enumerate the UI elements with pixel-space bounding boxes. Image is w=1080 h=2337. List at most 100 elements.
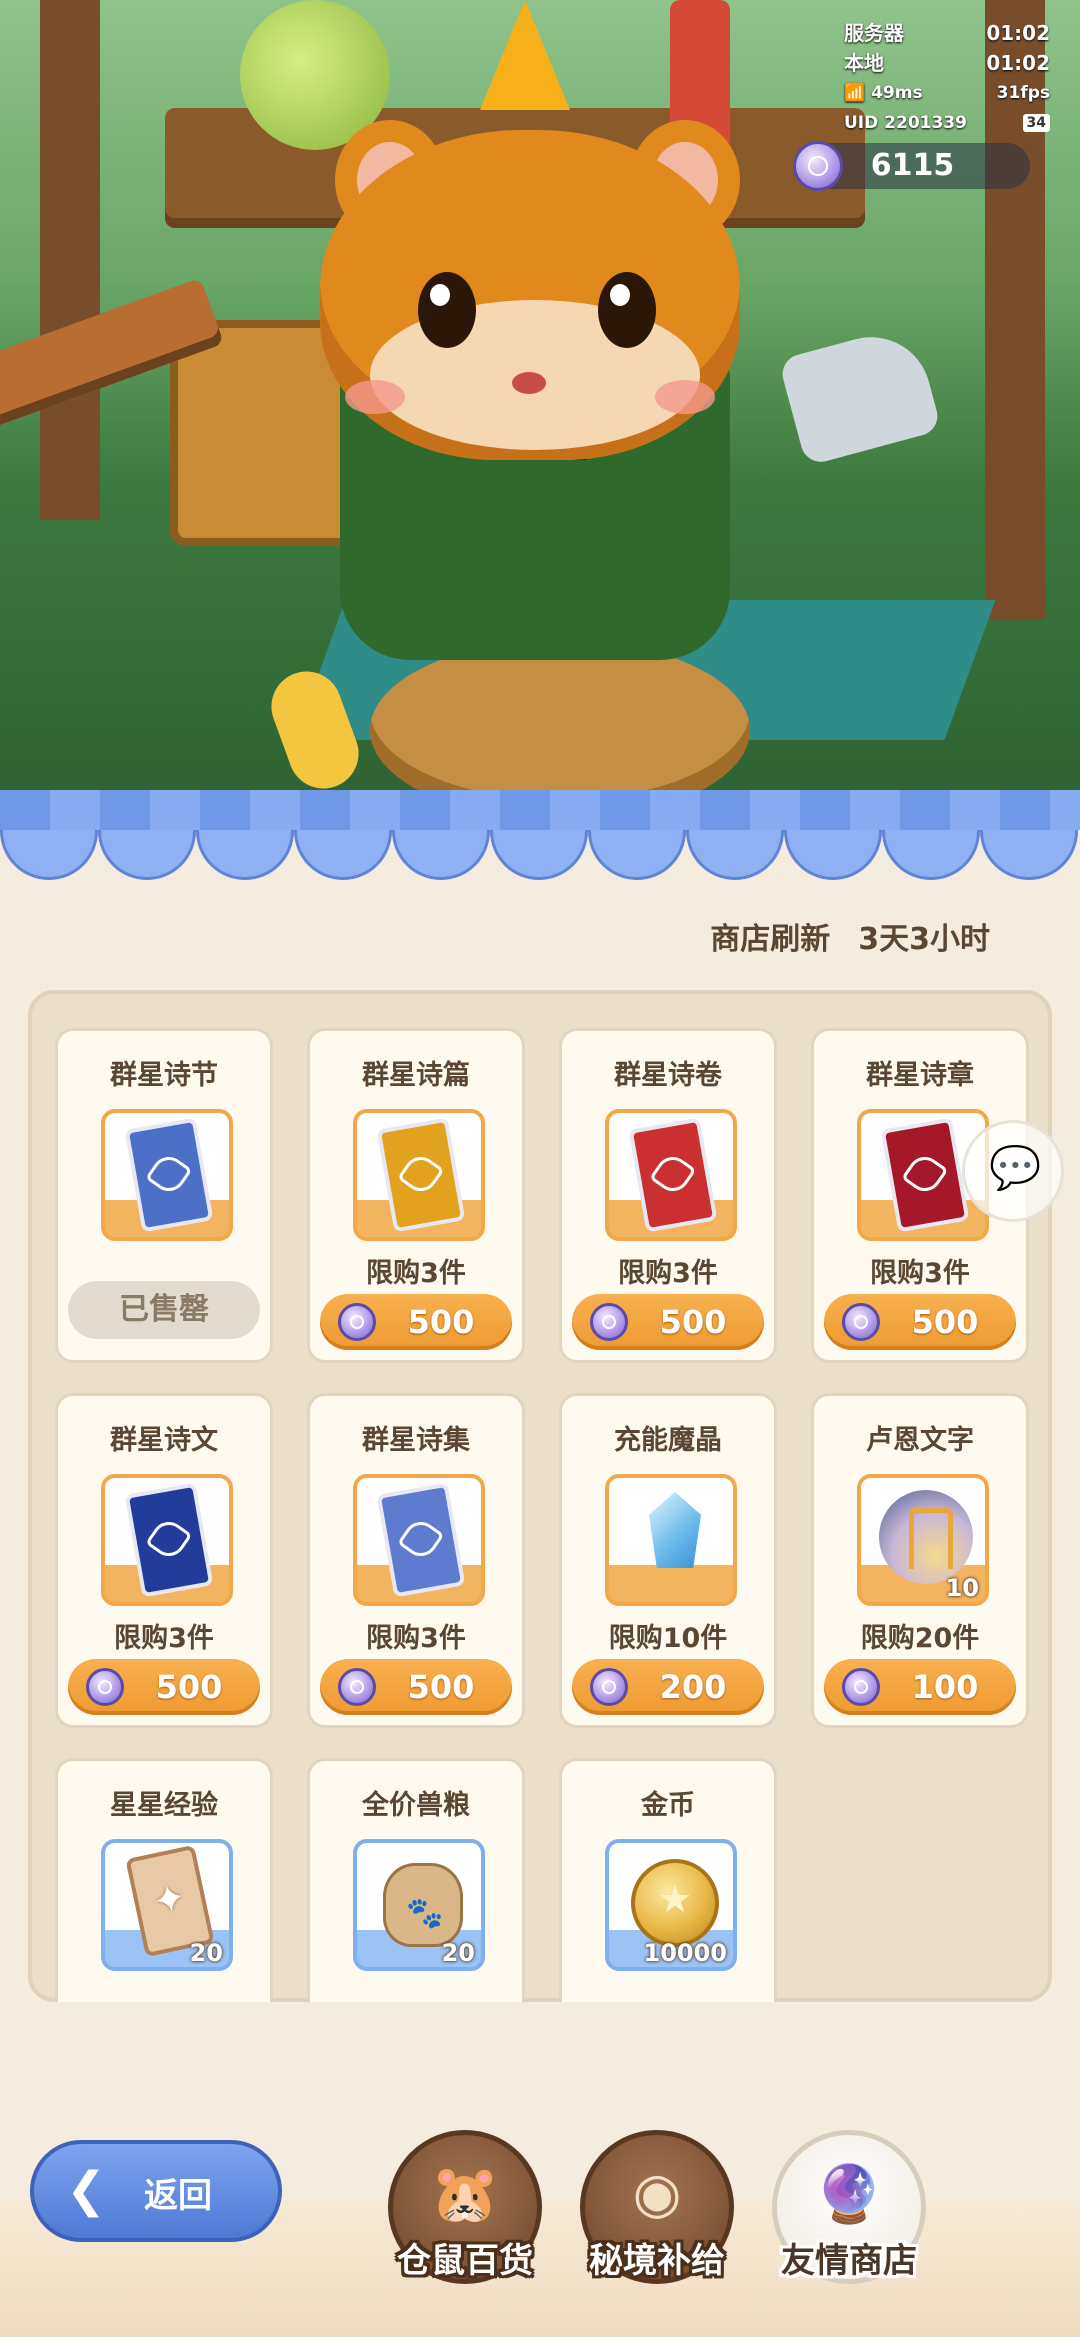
item-name: 群星诗集 <box>362 1425 470 1456</box>
pet-food-bag-icon <box>383 1863 463 1947</box>
purchase-limit: 限购20件 <box>860 1623 980 1654</box>
gold-coin-icon <box>631 1859 719 1947</box>
price-value: 500 <box>155 1668 223 1706</box>
buy-button[interactable]: 100 <box>824 1659 1016 1715</box>
item-icon-frame <box>101 1109 233 1241</box>
tarot-card-red-icon <box>628 1117 718 1233</box>
price-value: 500 <box>407 1668 475 1706</box>
hamster-eye <box>418 272 476 348</box>
awning-scallop <box>686 830 784 880</box>
shop-awning <box>0 790 1080 890</box>
shop-item-card[interactable]: 卢恩文字 10 限购20件 100 <box>811 1393 1029 1728</box>
price-value: 500 <box>911 1303 979 1341</box>
awning-scallop <box>588 830 686 880</box>
item-name: 群星诗卷 <box>614 1060 722 1091</box>
tab-label: 友情商店 <box>781 2241 917 2281</box>
item-icon-frame: 10000 <box>605 1839 737 1971</box>
bottom-nav: ❮ 返回 🐹 仓鼠百货 ◉ 秘境补给 🔮 友情商店 <box>0 2130 1080 2337</box>
item-name: 卢恩文字 <box>866 1425 974 1456</box>
purchase-limit: 限购3件 <box>870 1258 970 1289</box>
tab-label: 秘境补给 <box>589 2241 725 2281</box>
item-name: 群星诗文 <box>110 1425 218 1456</box>
rune-stone-icon <box>879 1490 973 1584</box>
crystal-icon <box>649 1492 701 1568</box>
awning-scallop <box>490 830 588 880</box>
shop-item-card[interactable]: 群星诗集限购3件 500 <box>307 1393 525 1728</box>
awning-scallop <box>294 830 392 880</box>
battery-icon: 34 <box>1022 114 1050 132</box>
chat-button[interactable] <box>962 1120 1064 1222</box>
buy-button[interactable]: 500 <box>824 1294 1016 1350</box>
awning-scallop <box>0 830 98 880</box>
price-value: 200 <box>659 1668 727 1706</box>
server-label: 服务器 <box>844 21 904 45</box>
awning-scallop <box>980 830 1078 880</box>
hamster-nose <box>512 372 546 394</box>
item-icon-frame <box>101 1474 233 1606</box>
awning-scallop <box>98 830 196 880</box>
shop-item-card[interactable]: 充能魔晶限购10件 200 <box>559 1393 777 1728</box>
item-name: 全价兽粮 <box>362 1790 470 1821</box>
crystal-ball-icon: 🔮 <box>814 2162 884 2227</box>
shop-item-card[interactable]: 全价兽粮 20 <box>307 1758 525 2002</box>
buy-button[interactable]: 500 <box>68 1659 260 1715</box>
awning-scallop <box>196 830 294 880</box>
currency-display: 6115 <box>793 141 1030 191</box>
purchase-limit: 限购3件 <box>366 1623 466 1654</box>
purchase-limit: 限购3件 <box>114 1623 214 1654</box>
item-icon-frame <box>353 1109 485 1241</box>
awning-scallop <box>882 830 980 880</box>
tab-friendship-shop[interactable]: 🔮 友情商店 <box>772 2130 926 2284</box>
crown-crystal <box>480 0 570 110</box>
item-quantity: 10000 <box>643 1939 728 1967</box>
tree-trunk-left <box>40 0 100 520</box>
price-value: 500 <box>659 1303 727 1341</box>
price-value: 500 <box>407 1303 475 1341</box>
refresh-time: 3天3小时 <box>858 922 990 957</box>
tab-hamster-store[interactable]: 🐹 仓鼠百货 <box>388 2130 542 2284</box>
item-name: 群星诗节 <box>110 1060 218 1091</box>
shop-item-card[interactable]: 群星诗卷 限购3件 500 <box>559 1028 777 1363</box>
purchase-limit: 限购10件 <box>608 1623 728 1654</box>
fps-value: 31fps <box>996 83 1050 103</box>
item-icon-frame <box>353 1474 485 1606</box>
back-button[interactable]: ❮ 返回 <box>30 2140 282 2242</box>
buy-button[interactable]: 500 <box>320 1294 512 1350</box>
buy-button[interactable]: 500 <box>572 1294 764 1350</box>
hamster-eye <box>598 272 656 348</box>
local-label: 本地 <box>844 51 884 75</box>
item-icon-frame <box>605 1109 737 1241</box>
item-name: 充能魔晶 <box>614 1425 722 1456</box>
tab-secret-supply[interactable]: ◉ 秘境补给 <box>580 2130 734 2284</box>
buy-button[interactable]: 500 <box>320 1659 512 1715</box>
server-time: 01:02 <box>986 21 1050 45</box>
eye-emblem-icon: ◉ <box>632 2161 682 2226</box>
shop-item-card[interactable]: 金币 10000 <box>559 1758 777 2002</box>
back-arrow-icon: ❮ <box>66 2162 107 2218</box>
tarot-card-moon-icon <box>376 1482 466 1598</box>
shop-item-card[interactable]: 群星诗文限购3件 500 <box>55 1393 273 1728</box>
shop-item-card[interactable]: 星星经验 20 <box>55 1758 273 2002</box>
item-icon-frame: 20 <box>101 1839 233 1971</box>
purchase-limit: 限购3件 <box>366 1258 466 1289</box>
price-value: 100 <box>911 1668 979 1706</box>
awning-scallop <box>392 830 490 880</box>
buy-button[interactable]: 200 <box>572 1659 764 1715</box>
awning-scallop <box>784 830 882 880</box>
item-quantity: 20 <box>189 1939 223 1967</box>
debug-hud: 服务器 01:02 本地 01:02 📶 49ms 31fps UID 2201339… <box>830 18 1080 138</box>
shop-item-grid[interactable]: 群星诗节 已售罄 群星诗篇 限购3件 500 群星诗卷 限购3件 500 群星诗章 限购3件 500… <box>28 990 1052 2002</box>
item-name: 星星经验 <box>110 1790 218 1821</box>
shop-item-card[interactable]: 群星诗节 已售罄 <box>55 1028 273 1363</box>
hamster-cheek <box>345 380 405 414</box>
shop-item-card[interactable]: 群星诗篇限购3件 500 <box>307 1028 525 1363</box>
item-quantity: 20 <box>441 1939 475 1967</box>
wifi-icon: 📶 <box>844 83 866 103</box>
refresh-label: 商店刷新 <box>710 922 831 957</box>
tarot-card-blue-icon <box>124 1117 214 1233</box>
tarot-card-gold-icon <box>376 1117 466 1233</box>
item-icon-frame <box>605 1474 737 1606</box>
item-name: 群星诗篇 <box>362 1060 470 1091</box>
axe <box>778 323 942 467</box>
local-time: 01:02 <box>986 51 1050 75</box>
